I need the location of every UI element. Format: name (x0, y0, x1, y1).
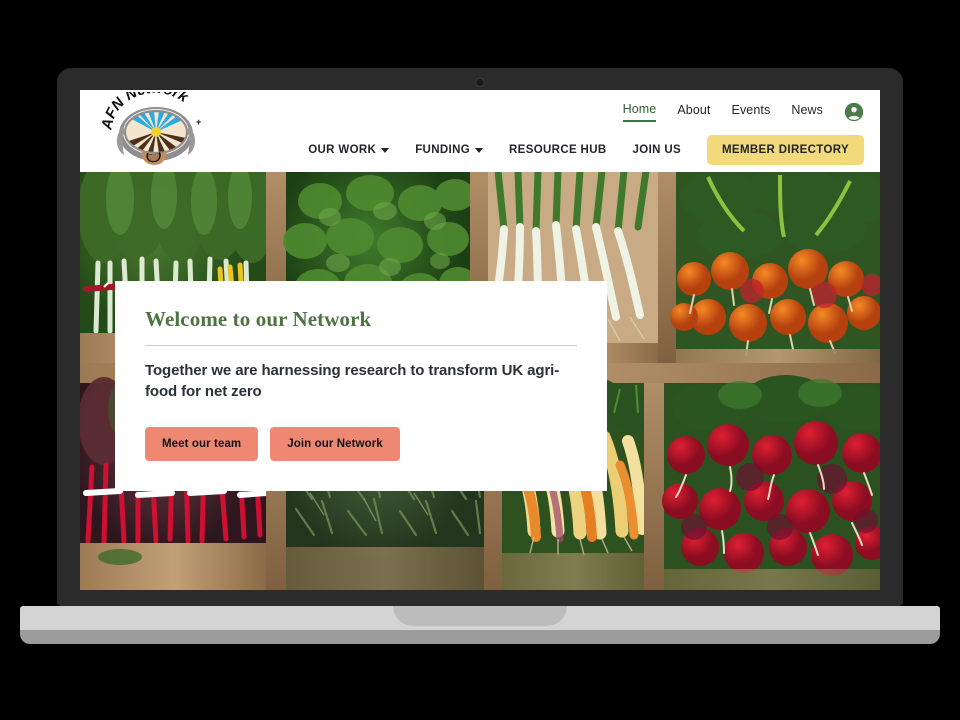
nav-link-resource-hub[interactable]: RESOURCE HUB (509, 144, 607, 156)
nav-link-funding-label: FUNDING (415, 144, 471, 156)
laptop-base-lip (20, 630, 940, 644)
hero-subtitle: Together we are harnessing research to t… (145, 362, 560, 401)
nav-link-news[interactable]: News (791, 103, 823, 121)
nav-link-home[interactable]: Home (622, 102, 657, 122)
nav-link-about[interactable]: About (677, 103, 710, 121)
nav-link-events[interactable]: Events (732, 103, 771, 121)
webcam-icon (475, 78, 485, 87)
svg-text:+: + (196, 117, 201, 127)
hero-cta-group: Meet our team Join our Network (145, 426, 577, 461)
title-divider (145, 345, 577, 346)
chevron-down-icon (475, 147, 484, 153)
page-title: Welcome to our Network (145, 307, 372, 331)
browser-screen: AFN Network + Home About Events News O (80, 90, 880, 590)
account-circle-icon[interactable] (844, 102, 864, 122)
nav-link-our-work[interactable]: OUR WORK (308, 144, 390, 156)
meet-our-team-button[interactable]: Meet our team (145, 426, 259, 461)
secondary-main-nav: OUR WORK FUNDING RESOURCE HUB JOIN US ME… (308, 135, 864, 165)
logo-emblem-icon: AFN Network + (102, 92, 201, 165)
laptop-mockup: AFN Network + Home About Events News O (0, 0, 960, 720)
hero-welcome-card: Welcome to our Network Together we are h… (115, 281, 607, 491)
member-directory-button[interactable]: MEMBER DIRECTORY (707, 135, 864, 165)
nav-link-join-us[interactable]: JOIN US (633, 144, 681, 156)
afn-network-plus-logo[interactable]: AFN Network + (102, 92, 210, 170)
chevron-down-icon (381, 147, 390, 153)
laptop-hinge-notch (393, 606, 567, 626)
site-header: AFN Network + Home About Events News O (80, 90, 880, 172)
primary-top-nav: Home About Events News (622, 102, 864, 122)
nav-link-funding[interactable]: FUNDING (415, 144, 484, 156)
join-our-network-button[interactable]: Join our Network (270, 426, 400, 461)
nav-link-our-work-label: OUR WORK (308, 144, 377, 156)
hero-section: Welcome to our Network Together we are h… (80, 172, 880, 590)
